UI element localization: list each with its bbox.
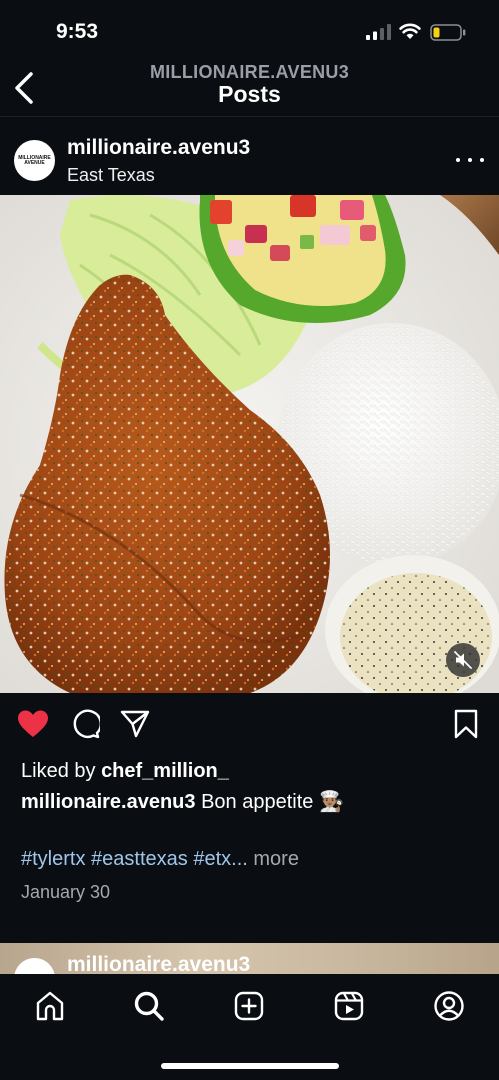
profile-icon <box>434 991 464 1021</box>
page-title: Posts <box>218 81 281 107</box>
post-photo[interactable] <box>0 195 499 693</box>
like-button[interactable] <box>17 708 49 740</box>
save-button[interactable] <box>450 708 482 740</box>
dot <box>456 158 460 162</box>
caption-username-link[interactable]: millionaire.avenu3 <box>21 791 196 813</box>
tab-profile[interactable] <box>431 988 467 1024</box>
speaker-muted-icon <box>454 651 472 669</box>
caption-text: Bon appetite 👨🏽‍🍳 <box>195 791 344 813</box>
share-button[interactable] <box>119 708 151 740</box>
home-indicator <box>161 1063 339 1069</box>
liked-by-text: Liked by chef_million_ <box>21 760 229 783</box>
post-username[interactable]: millionaire.avenu3 <box>67 136 250 160</box>
post-date: January 30 <box>21 882 111 902</box>
cellular-signal-icon <box>366 24 391 40</box>
tab-create[interactable] <box>231 988 267 1024</box>
hashtags-line: #tylertx #easttexas #etx... more <box>21 848 299 871</box>
liked-by-prefix: Liked by <box>21 760 102 782</box>
reels-icon <box>334 991 364 1021</box>
dot <box>480 158 484 162</box>
hashtag-link[interactable]: #etx... <box>193 848 247 870</box>
create-icon <box>234 991 264 1021</box>
wifi-icon <box>399 23 421 39</box>
comment-button[interactable] <box>69 708 101 740</box>
paper-plane-icon <box>120 710 150 738</box>
status-time: 9:53 <box>56 20 99 43</box>
dot <box>468 158 472 162</box>
hashtag-link[interactable]: #easttexas <box>91 848 188 870</box>
liked-by-user-link[interactable]: chef_million_ <box>101 760 229 782</box>
avatar-logo-line2: AVENUE <box>24 159 45 166</box>
account-name-heading: MILLIONAIRE.AVENU3 <box>149 62 350 82</box>
home-icon <box>36 991 64 1021</box>
bookmark-icon <box>454 709 478 739</box>
avatar[interactable]: MILLIONAIRE AVENUE <box>14 140 55 181</box>
heart-filled-icon <box>18 710 48 737</box>
tab-reels[interactable] <box>331 988 367 1024</box>
more-options-button[interactable] <box>456 148 484 172</box>
caption: millionaire.avenu3 Bon appetite 👨🏽‍🍳 <box>21 789 344 814</box>
battery-low-icon <box>430 24 466 41</box>
search-icon <box>134 991 164 1021</box>
food-photo-illustration <box>0 195 499 693</box>
tab-home[interactable] <box>32 988 68 1024</box>
post-location[interactable]: East Texas <box>67 165 155 186</box>
caption-more-link[interactable]: more <box>253 848 299 870</box>
tab-search[interactable] <box>131 988 167 1024</box>
hashtag-link[interactable]: #tylertx <box>21 848 85 870</box>
audio-mute-button[interactable] <box>446 643 480 677</box>
comment-bubble-icon <box>73 709 100 739</box>
